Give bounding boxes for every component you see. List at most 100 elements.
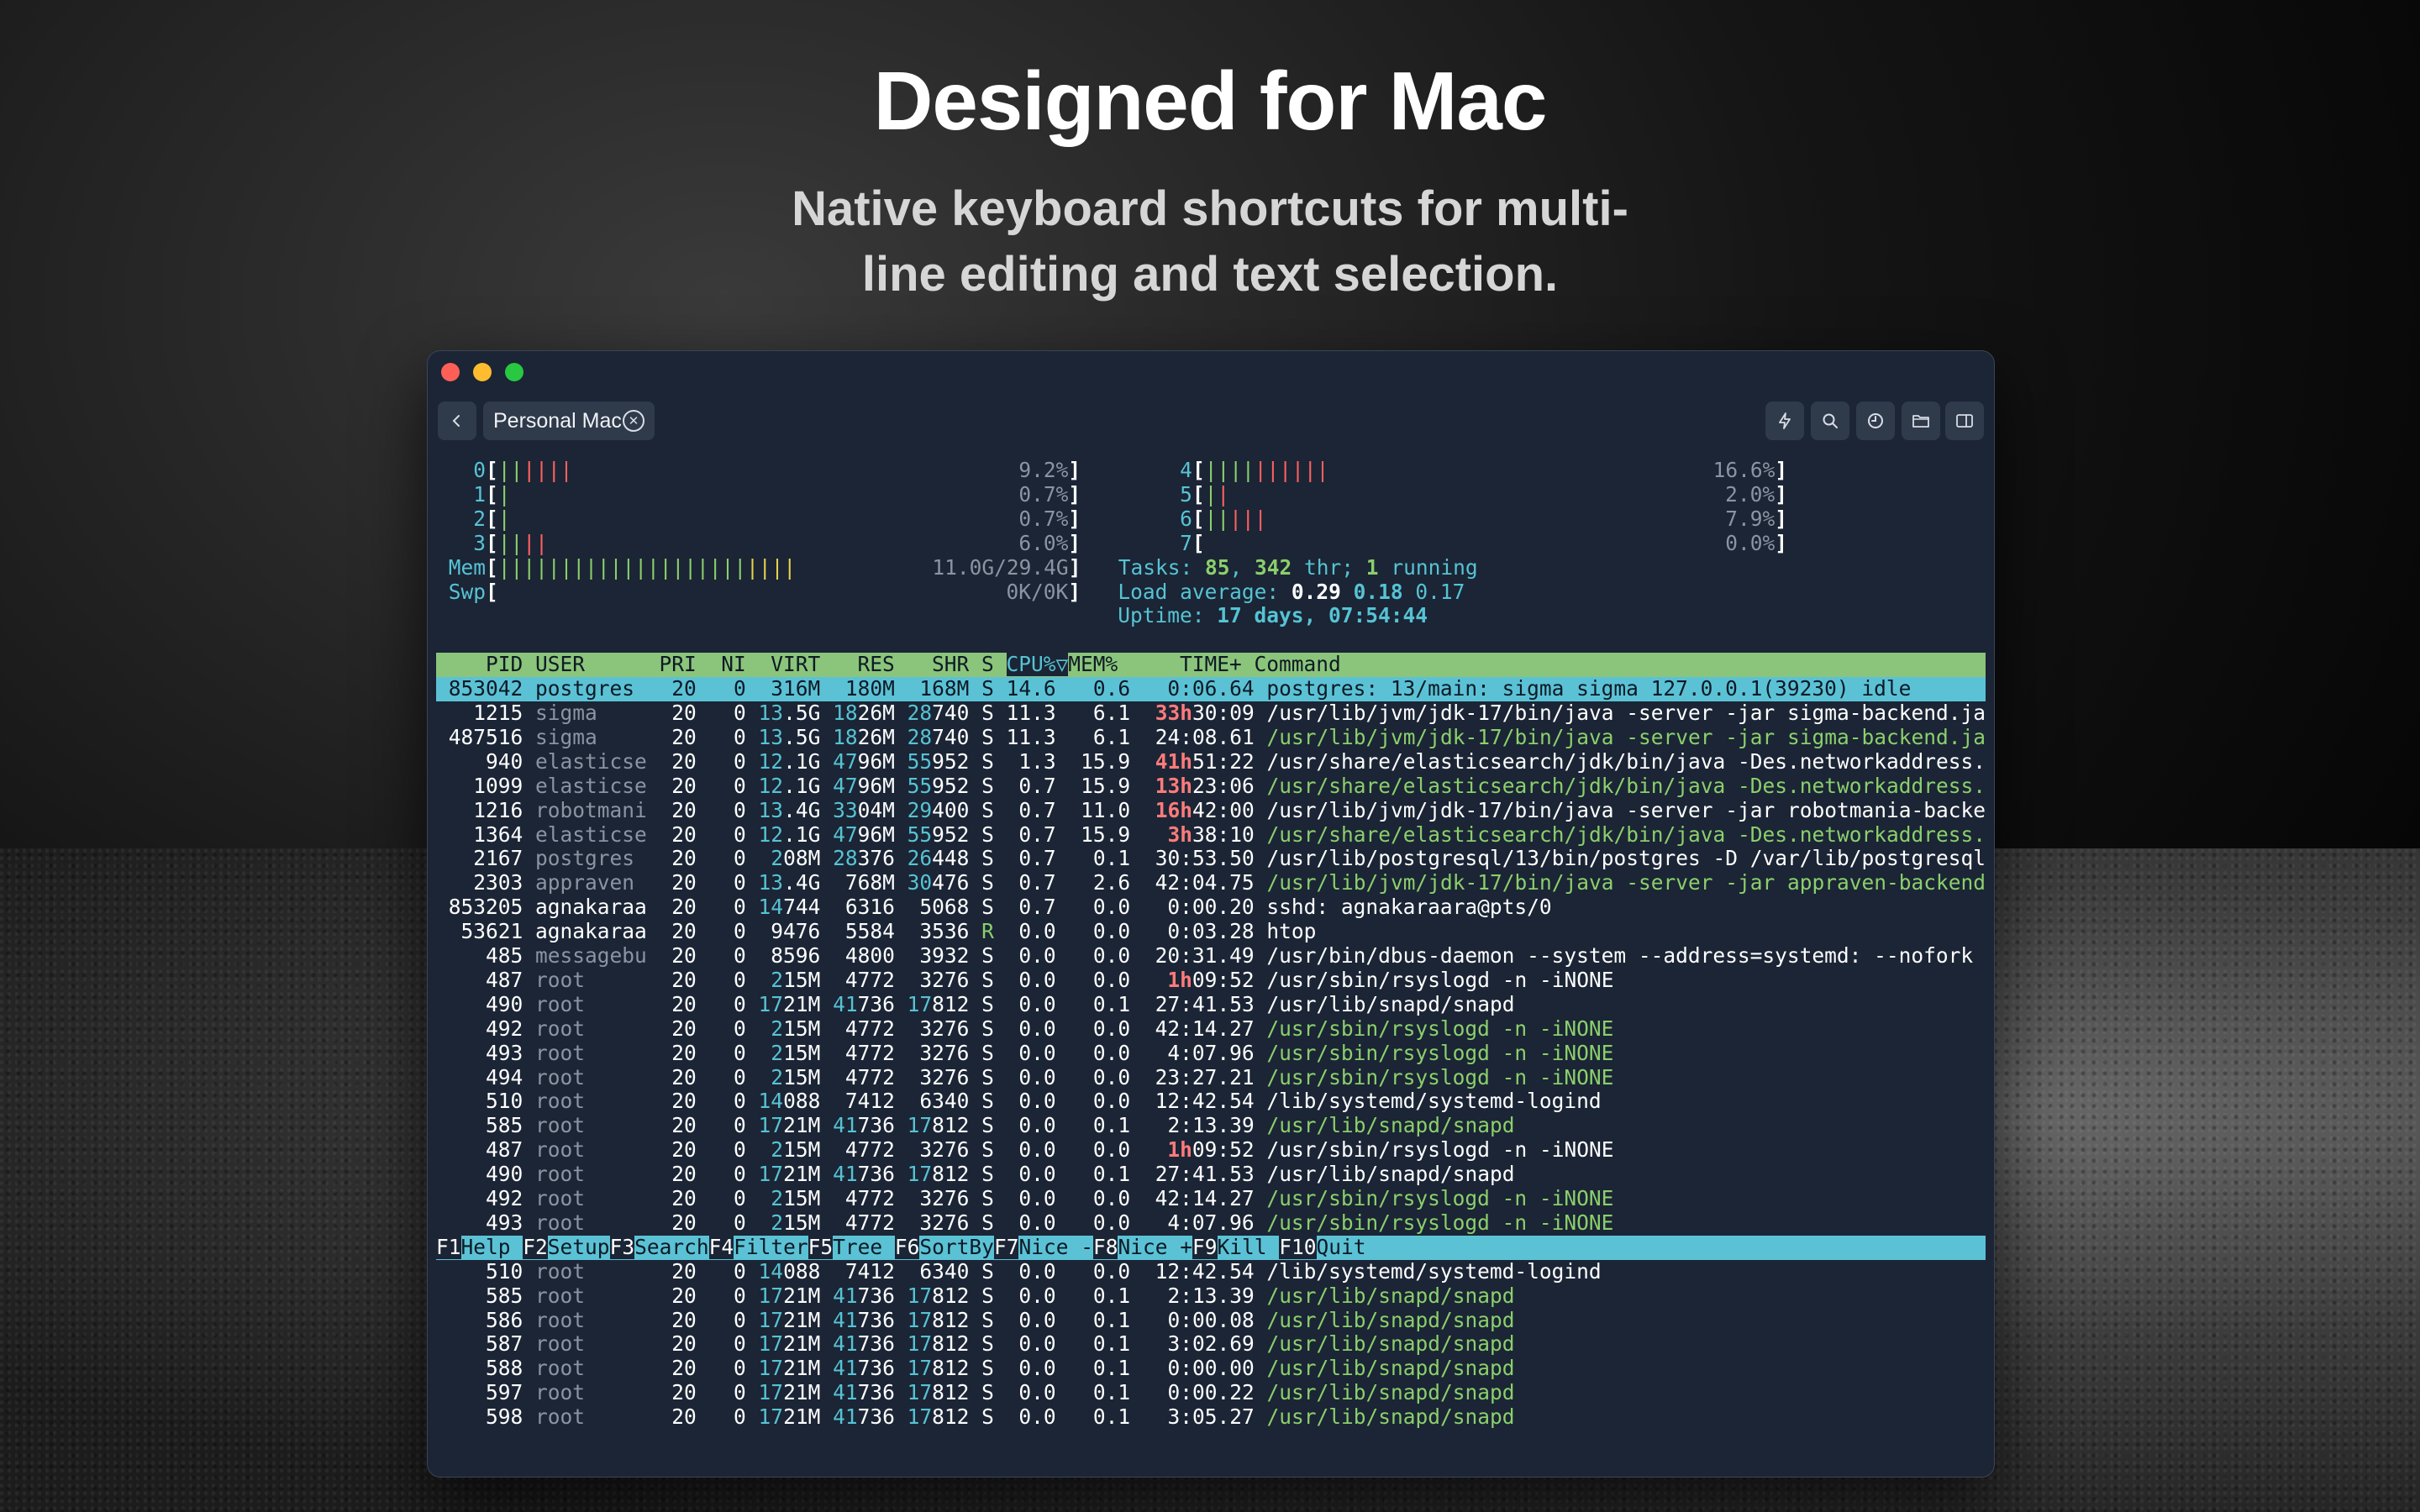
history-button[interactable]: [1856, 402, 1895, 440]
shr-major: 17: [894, 1163, 933, 1187]
user: root: [535, 1138, 647, 1163]
process-row[interactable]: 490 root 20 0 1721M 41736 17812 S 0.0 0.…: [436, 1163, 1986, 1187]
process-row[interactable]: 494 root 20 0 215M 4772 3276 S 0.0 0.0 2…: [436, 1066, 1986, 1090]
search-button[interactable]: [1811, 402, 1849, 440]
process-row[interactable]: 940 elasticse 20 0 12.1G 4796M 55952 S 1…: [436, 750, 1986, 774]
back-button[interactable]: [438, 402, 476, 440]
cpu-mem: 0.0 0.0: [993, 1041, 1143, 1065]
function-key-label[interactable]: Filter: [734, 1236, 808, 1259]
function-key-label[interactable]: Quit: [1317, 1236, 1366, 1259]
time: 3:05.27: [1142, 1405, 1255, 1430]
function-key-f3[interactable]: F3: [609, 1235, 635, 1259]
state: S: [981, 1138, 994, 1163]
cpu-mem: 0.7 0.1: [993, 847, 1143, 871]
sep: [1403, 580, 1416, 604]
session-tab[interactable]: Personal Mac ✕: [483, 402, 655, 440]
time-rest: 09:52: [1192, 1138, 1255, 1163]
function-key-f1[interactable]: F1: [436, 1235, 461, 1259]
process-row[interactable]: 1364 elasticse 20 0 12.1G 4796M 55952 S …: [436, 823, 1986, 848]
function-key-label[interactable]: Nice +: [1118, 1236, 1192, 1259]
process-row[interactable]: 1215 sigma 20 0 13.5G 1826M 28740 S 11.3…: [436, 701, 1986, 726]
process-row[interactable]: 487 root 20 0 215M 4772 3276 S 0.0 0.0 1…: [436, 969, 1986, 993]
meter-bar: |: [1242, 459, 1255, 482]
sep: [969, 1309, 981, 1332]
process-row[interactable]: 2303 appraven 20 0 13.4G 768M 30476 S 0.…: [436, 871, 1986, 895]
shr-major: 17: [894, 992, 933, 1016]
function-key-label[interactable]: Kill: [1218, 1236, 1280, 1259]
function-key-f4[interactable]: F4: [708, 1235, 734, 1259]
process-row[interactable]: 588 root 20 0 1721M 41736 17812 S 0.0 0.…: [436, 1357, 1986, 1381]
virt-major: 14: [758, 1089, 784, 1114]
meter-bracket: [: [1192, 482, 1205, 507]
function-key-f5[interactable]: F5: [808, 1235, 834, 1259]
process-row[interactable]: 586 root 20 0 1721M 41736 17812 S 0.0 0.…: [436, 1309, 1986, 1333]
time-rest: 51:22: [1192, 749, 1255, 774]
process-row[interactable]: 853042 postgres 20 0 316M 180M 168M S 14…: [436, 677, 1986, 702]
cpu-mem: 0.0 0.0: [993, 1187, 1143, 1210]
res-minor: 736: [857, 1357, 895, 1381]
htop-output[interactable]: 0[|||||| 9.2%] 4[|||||||||| 16.6%] 1[| 0…: [436, 459, 1986, 1477]
process-row[interactable]: 492 root 20 0 215M 4772 3276 S 0.0 0.0 4…: [436, 1187, 1986, 1211]
virt-major: 13: [758, 701, 784, 725]
function-key-f8[interactable]: F8: [1092, 1235, 1118, 1259]
process-row[interactable]: 1099 elasticse 20 0 12.1G 4796M 55952 S …: [436, 774, 1986, 799]
process-row[interactable]: 492 root 20 0 215M 4772 3276 S 0.0 0.0 4…: [436, 1017, 1986, 1042]
function-key-f2[interactable]: F2: [523, 1235, 548, 1259]
process-row[interactable]: 510 root 20 0 14088 7412 6340 S 0.0 0.0 …: [436, 1089, 1986, 1114]
minimize-window-button[interactable]: [473, 363, 492, 381]
close-window-button[interactable]: [441, 363, 460, 381]
command: /usr/sbin/rsyslogd -n -iNONE: [1254, 968, 1614, 992]
command: /usr/lib/jvm/jdk-17/bin/java -server -ja…: [1254, 871, 1986, 895]
files-button[interactable]: [1902, 402, 1940, 440]
process-row[interactable]: 2167 postgres 20 0 208M 28376 26448 S 0.…: [436, 847, 1986, 871]
shr: 6340: [894, 1259, 970, 1284]
time-hours: 1h: [1142, 1138, 1192, 1163]
state: S: [981, 701, 994, 725]
shr-minor: 812: [932, 992, 970, 1016]
process-row[interactable]: 493 root 20 0 215M 4772 3276 S 0.0 0.0 4…: [436, 1042, 1986, 1066]
process-row[interactable]: 53621 agnakaraa 20 0 9476 5584 3536 R 0.…: [436, 920, 1986, 944]
process-row[interactable]: 597 root 20 0 1721M 41736 17812 S 0.0 0.…: [436, 1381, 1986, 1405]
process-row[interactable]: 1216 robotmani 20 0 13.4G 3304M 29400 S …: [436, 799, 1986, 823]
process-row[interactable]: 585 root 20 0 1721M 41736 17812 S 0.0 0.…: [436, 1284, 1986, 1309]
close-icon[interactable]: ✕: [623, 410, 644, 432]
function-key-label[interactable]: Nice -: [1018, 1236, 1093, 1259]
function-key-f7[interactable]: F7: [993, 1235, 1019, 1259]
process-row[interactable]: 490 root 20 0 1721M 41736 17812 S 0.0 0.…: [436, 993, 1986, 1017]
column-header-sorted[interactable]: CPU%▽: [1006, 653, 1069, 677]
zoom-window-button[interactable]: [505, 363, 523, 381]
process-row[interactable]: 493 root 20 0 215M 4772 3276 S 0.0 0.0 4…: [436, 1211, 1986, 1236]
load-5: 0.18: [1353, 580, 1403, 604]
sep: [969, 969, 981, 992]
process-row[interactable]: 485 messagebu 20 0 8596 4800 3932 S 0.0 …: [436, 944, 1986, 969]
function-key-label[interactable]: Tree: [833, 1236, 895, 1259]
process-row[interactable]: 853205 agnakaraa 20 0 14744 6316 5068 S …: [436, 895, 1986, 920]
priority: 20 0: [646, 1089, 759, 1114]
process-row[interactable]: 585 root 20 0 1721M 41736 17812 S 0.0 0.…: [436, 1114, 1986, 1138]
meter-bar: |: [622, 555, 635, 580]
cpu-mem: 0.7 0.0: [993, 895, 1143, 920]
virt-minor: 744: [783, 895, 821, 920]
mem-label: Mem: [436, 555, 487, 580]
bolt-button[interactable]: [1765, 402, 1804, 440]
res-minor: 736: [857, 1381, 895, 1405]
function-key-label[interactable]: Search: [634, 1236, 709, 1259]
function-key-f9[interactable]: F9: [1192, 1235, 1218, 1259]
function-key-f6[interactable]: F6: [894, 1235, 920, 1259]
process-row[interactable]: 510 root 20 0 14088 7412 6340 S 0.0 0.0 …: [436, 1260, 1986, 1284]
command: /usr/lib/snapd/snapd: [1254, 1114, 1515, 1138]
process-row[interactable]: 487516 sigma 20 0 13.5G 1826M 28740 S 11…: [436, 726, 1986, 750]
sidebar-toggle-button[interactable]: [1945, 402, 1984, 440]
priority: 20 0: [646, 992, 759, 1016]
function-key-f10[interactable]: F10: [1279, 1235, 1317, 1259]
user: postgres: [535, 677, 647, 701]
process-row[interactable]: 598 root 20 0 1721M 41736 17812 S 0.0 0.…: [436, 1405, 1986, 1430]
meter-bar: |: [783, 555, 797, 580]
function-key-label[interactable]: SortBy: [919, 1236, 994, 1259]
process-row[interactable]: 587 root 20 0 1721M 41736 17812 S 0.0 0.…: [436, 1332, 1986, 1357]
function-key-label[interactable]: Setup: [548, 1236, 610, 1259]
pid: 494: [436, 1065, 536, 1089]
user: elasticse: [535, 822, 647, 847]
function-key-label[interactable]: Help: [461, 1236, 523, 1259]
process-row[interactable]: 487 root 20 0 215M 4772 3276 S 0.0 0.0 1…: [436, 1138, 1986, 1163]
